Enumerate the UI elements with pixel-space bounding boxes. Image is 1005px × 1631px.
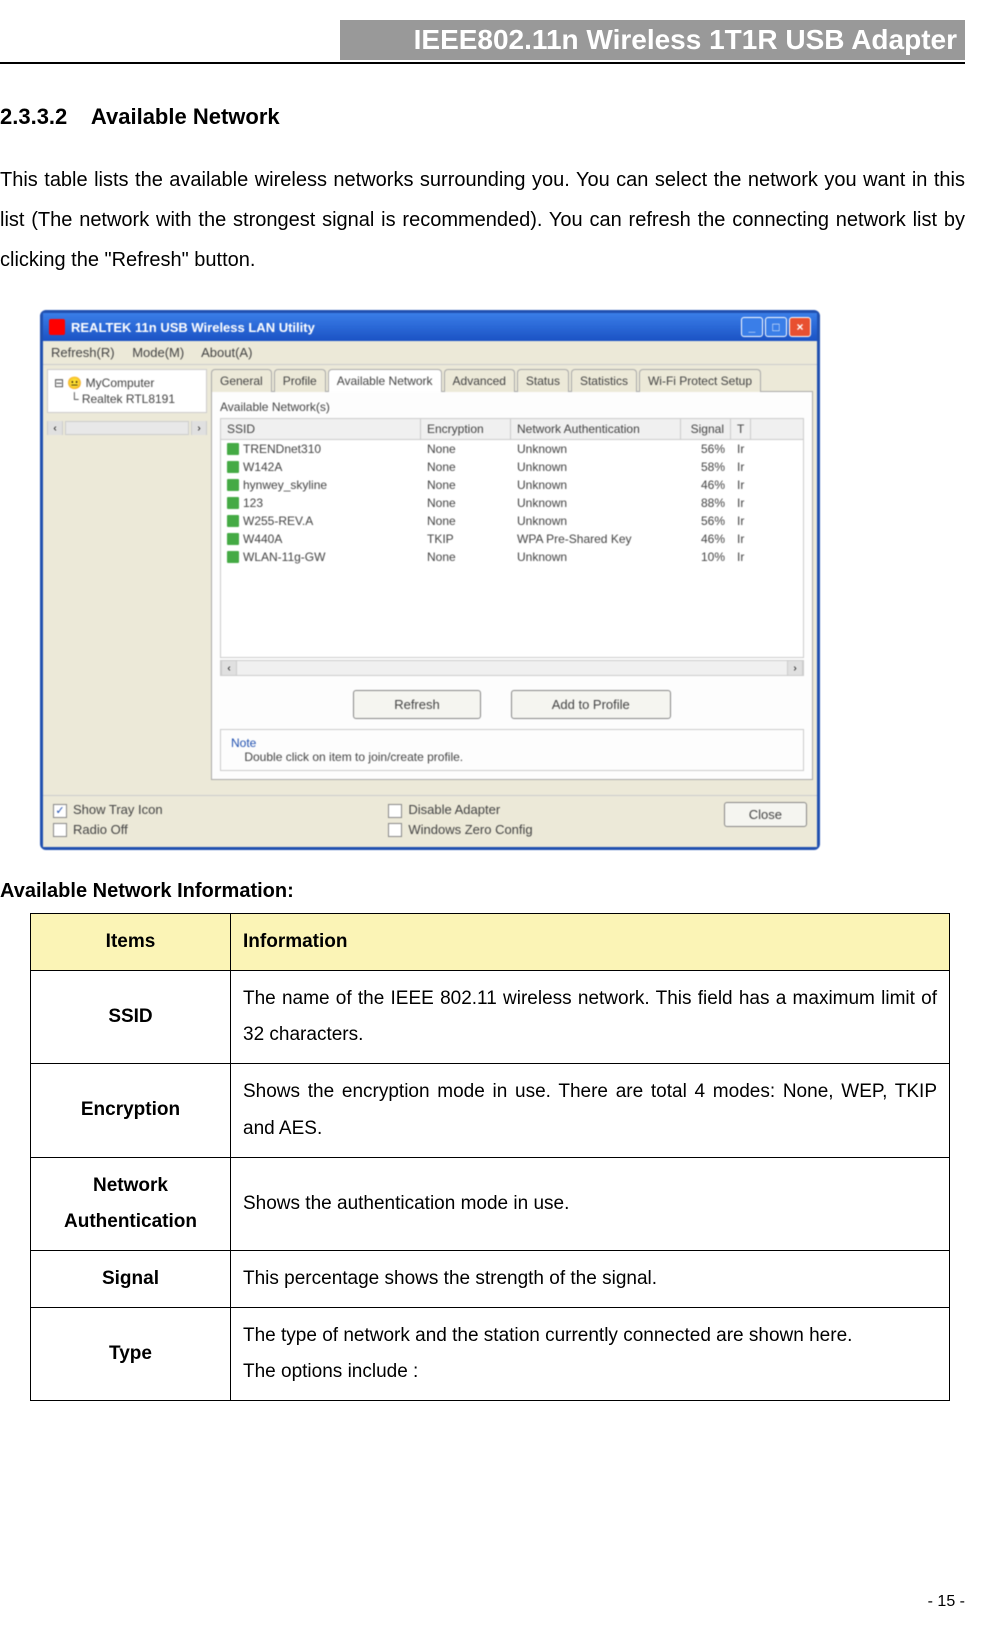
tree-root[interactable]: ⊟ 😐 MyComputer bbox=[54, 376, 200, 390]
item-info: The name of the IEEE 802.11 wireless net… bbox=[231, 971, 950, 1064]
close-button[interactable]: Close bbox=[724, 802, 807, 827]
note-box: Note Double click on item to join/create… bbox=[220, 729, 804, 771]
add-to-profile-button[interactable]: Add to Profile bbox=[511, 690, 671, 719]
item-name: SSID bbox=[31, 971, 231, 1064]
window-close-button[interactable]: × bbox=[789, 317, 811, 337]
network-list[interactable]: SSID Encryption Network Authentication S… bbox=[220, 418, 804, 658]
table-row: TypeThe type of network and the station … bbox=[31, 1307, 950, 1400]
item-name: Encryption bbox=[31, 1064, 231, 1157]
list-scrollbar[interactable]: ‹ › bbox=[220, 660, 804, 676]
item-info: This percentage shows the strength of th… bbox=[231, 1250, 950, 1307]
tab-strip: General Profile Available Network Advanc… bbox=[211, 369, 813, 392]
tab-profile[interactable]: Profile bbox=[274, 369, 326, 392]
tab-status[interactable]: Status bbox=[517, 369, 569, 392]
section-heading: 2.3.3.2 Available Network bbox=[0, 104, 965, 130]
sub-heading: Available Network Information: bbox=[0, 880, 965, 903]
table-row: SignalThis percentage shows the strength… bbox=[31, 1250, 950, 1307]
signal-icon bbox=[227, 551, 239, 563]
menu-mode[interactable]: Mode(M) bbox=[132, 345, 184, 360]
item-name: Signal bbox=[31, 1250, 231, 1307]
tab-available-network[interactable]: Available Network bbox=[328, 369, 442, 392]
th-items: Items bbox=[31, 914, 231, 971]
list-item[interactable]: WLAN-11g-GWNoneUnknown10%Ir bbox=[221, 548, 803, 566]
windows-zero-config-checkbox[interactable]: Windows Zero Config bbox=[388, 822, 723, 838]
item-name: Network Authentication bbox=[31, 1157, 231, 1250]
radio-off-checkbox[interactable]: Radio Off bbox=[53, 822, 388, 838]
item-name: Type bbox=[31, 1307, 231, 1400]
show-tray-icon-checkbox[interactable]: ✓Show Tray Icon bbox=[53, 802, 388, 818]
disable-adapter-checkbox[interactable]: Disable Adapter bbox=[388, 802, 723, 818]
menu-about[interactable]: About(A) bbox=[201, 345, 252, 360]
tab-statistics[interactable]: Statistics bbox=[571, 369, 637, 392]
item-info: Shows the authentication mode in use. bbox=[231, 1157, 950, 1250]
th-information: Information bbox=[231, 914, 950, 971]
signal-icon bbox=[227, 461, 239, 473]
signal-icon bbox=[227, 443, 239, 455]
group-label: Available Network(s) bbox=[220, 400, 804, 414]
header-underline bbox=[0, 62, 965, 64]
table-row: EncryptionShows the encryption mode in u… bbox=[31, 1064, 950, 1157]
device-tree[interactable]: ⊟ 😐 MyComputer └ Realtek RTL8191 bbox=[47, 369, 207, 413]
list-item[interactable]: hynwey_skylineNoneUnknown46%Ir bbox=[221, 476, 803, 494]
signal-icon bbox=[227, 497, 239, 509]
col-type[interactable]: T bbox=[731, 419, 751, 439]
list-item[interactable]: 123NoneUnknown88%Ir bbox=[221, 494, 803, 512]
col-signal[interactable]: Signal bbox=[681, 419, 731, 439]
tree-child[interactable]: └ Realtek RTL8191 bbox=[70, 392, 200, 406]
app-icon bbox=[49, 319, 65, 335]
item-info: The type of network and the station curr… bbox=[231, 1307, 950, 1400]
signal-icon bbox=[227, 479, 239, 491]
page-number: - 15 - bbox=[928, 1593, 965, 1611]
body-paragraph: This table lists the available wireless … bbox=[0, 160, 965, 280]
scroll-left-icon[interactable]: ‹ bbox=[221, 661, 237, 675]
signal-icon bbox=[227, 533, 239, 545]
tab-advanced[interactable]: Advanced bbox=[444, 369, 515, 392]
window-titlebar: REALTEK 11n USB Wireless LAN Utility _ □… bbox=[43, 313, 817, 341]
tab-content: Available Network(s) SSID Encryption Net… bbox=[211, 391, 813, 780]
list-item[interactable]: TRENDnet310NoneUnknown56%Ir bbox=[221, 440, 803, 458]
section-title: Available Network bbox=[91, 104, 280, 129]
list-item[interactable]: W440ATKIPWPA Pre-Shared Key46%Ir bbox=[221, 530, 803, 548]
menu-bar: Refresh(R) Mode(M) About(A) bbox=[43, 341, 817, 365]
bottom-options-bar: ✓Show Tray Icon Radio Off Disable Adapte… bbox=[43, 795, 817, 847]
app-screenshot: REALTEK 11n USB Wireless LAN Utility _ □… bbox=[40, 310, 820, 850]
list-header: SSID Encryption Network Authentication S… bbox=[221, 419, 803, 440]
col-network-auth[interactable]: Network Authentication bbox=[511, 419, 681, 439]
refresh-button[interactable]: Refresh bbox=[353, 690, 481, 719]
list-item[interactable]: W142ANoneUnknown58%Ir bbox=[221, 458, 803, 476]
table-row: SSIDThe name of the IEEE 802.11 wireless… bbox=[31, 971, 950, 1064]
tree-scrollbar[interactable]: ‹ › bbox=[47, 421, 207, 435]
info-table: Items Information SSIDThe name of the IE… bbox=[30, 913, 950, 1401]
col-ssid[interactable]: SSID bbox=[221, 419, 421, 439]
maximize-button[interactable]: □ bbox=[765, 317, 787, 337]
document-header-bar: IEEE802.11n Wireless 1T1R USB Adapter bbox=[340, 20, 965, 60]
col-encryption[interactable]: Encryption bbox=[421, 419, 511, 439]
tab-wps[interactable]: Wi-Fi Protect Setup bbox=[639, 369, 761, 392]
menu-refresh[interactable]: Refresh(R) bbox=[51, 345, 115, 360]
tab-general[interactable]: General bbox=[211, 369, 272, 392]
item-info: Shows the encryption mode in use. There … bbox=[231, 1064, 950, 1157]
minimize-button[interactable]: _ bbox=[741, 317, 763, 337]
note-text: Double click on item to join/create prof… bbox=[244, 750, 463, 764]
scroll-left-icon[interactable]: ‹ bbox=[47, 421, 63, 435]
section-number: 2.3.3.2 bbox=[0, 104, 67, 129]
list-item[interactable]: W255-REV.ANoneUnknown56%Ir bbox=[221, 512, 803, 530]
note-label: Note bbox=[231, 736, 256, 750]
scroll-right-icon[interactable]: › bbox=[787, 661, 803, 675]
table-row: Network AuthenticationShows the authenti… bbox=[31, 1157, 950, 1250]
window-title: REALTEK 11n USB Wireless LAN Utility bbox=[71, 320, 315, 335]
scroll-right-icon[interactable]: › bbox=[191, 421, 207, 435]
signal-icon bbox=[227, 515, 239, 527]
